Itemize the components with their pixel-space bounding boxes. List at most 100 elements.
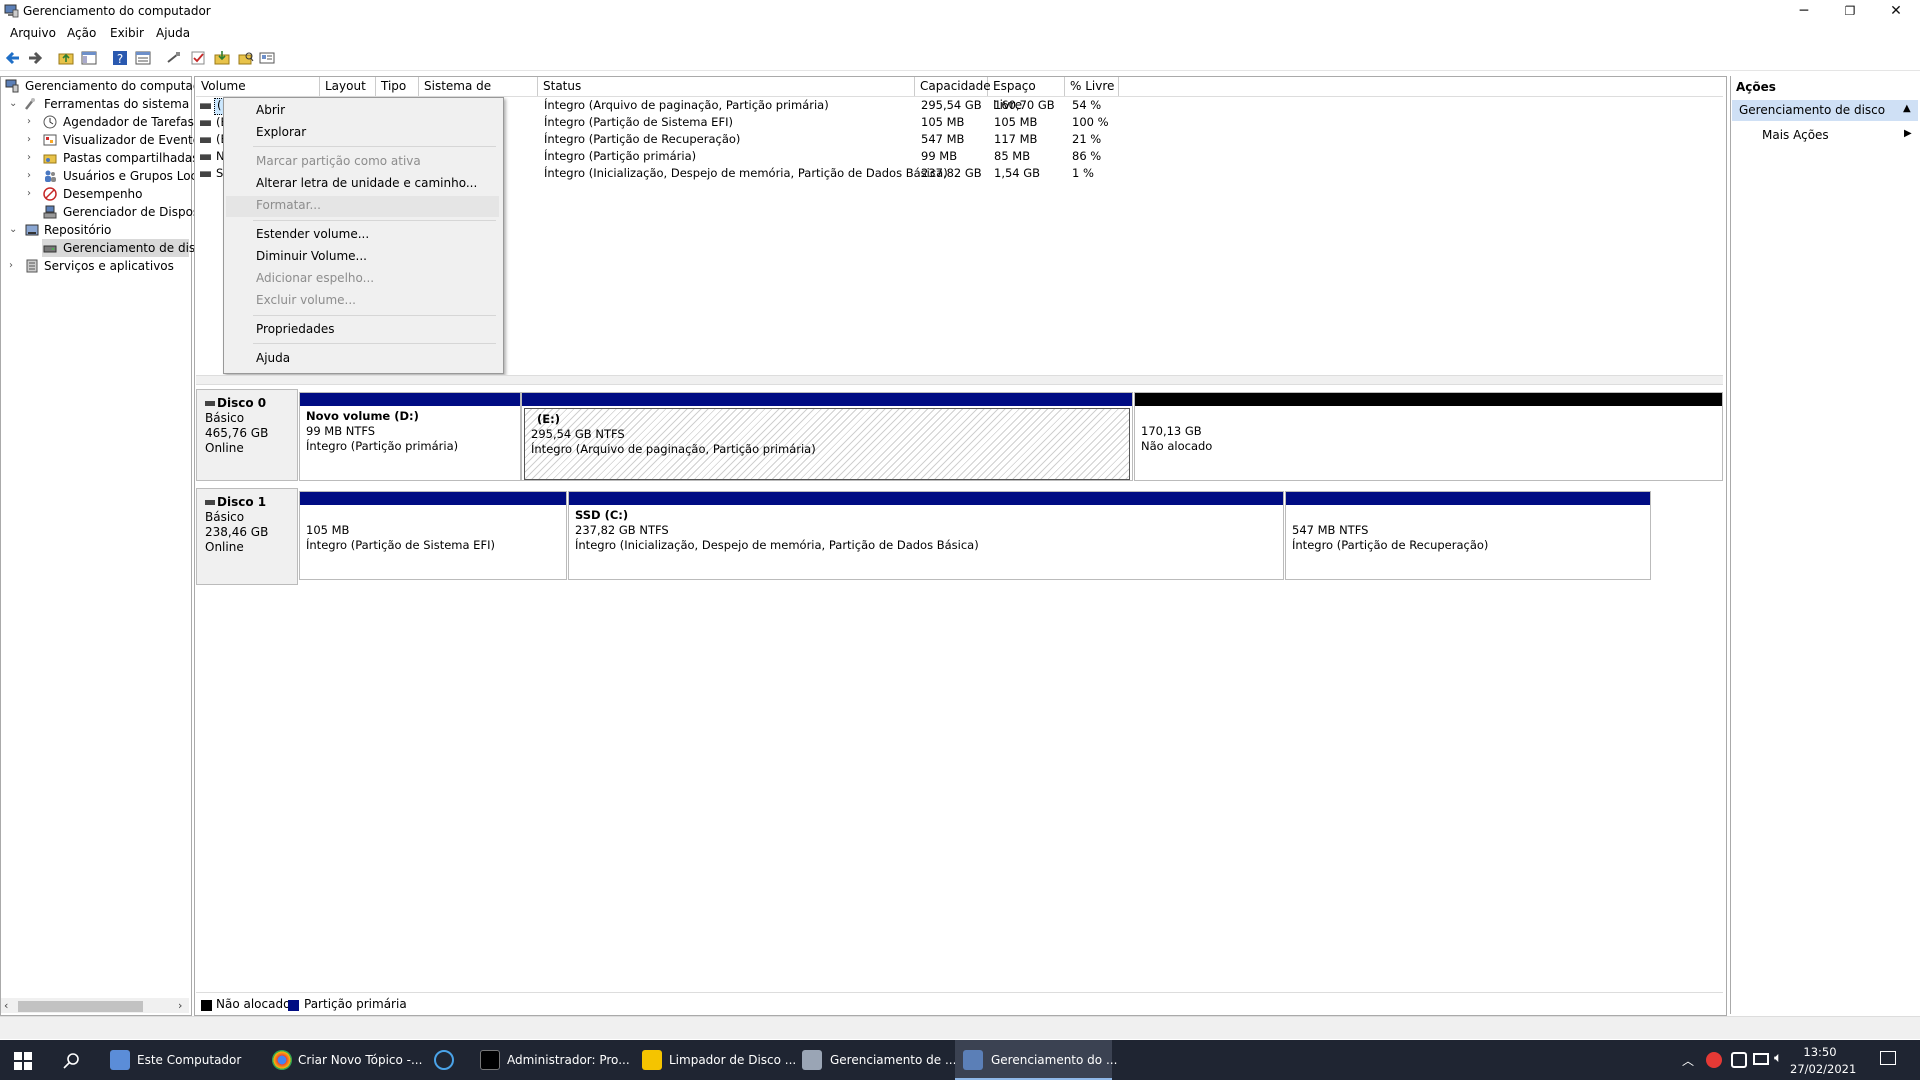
row-free: 1,54 GB bbox=[994, 166, 1041, 180]
ctx-delete-volume: Excluir volume... bbox=[256, 293, 356, 307]
chevron-right-icon[interactable]: › bbox=[27, 153, 37, 163]
taskbar-disk-management[interactable]: Gerenciamento de ... bbox=[830, 1040, 956, 1080]
tree-item-performance[interactable]: Desempenho bbox=[63, 185, 143, 203]
properties-view-icon[interactable] bbox=[135, 50, 151, 66]
chevron-right-icon[interactable]: › bbox=[27, 135, 37, 145]
partition-recovery[interactable]: 547 MB NTFS Íntegro (Partição de Recuper… bbox=[1285, 491, 1651, 580]
row-percent: 54 % bbox=[1072, 98, 1102, 112]
search-folder-icon[interactable] bbox=[238, 50, 254, 66]
tree-item-system-tools[interactable]: Ferramentas do sistema bbox=[44, 95, 189, 113]
restore-button[interactable]: ❐ bbox=[1827, 0, 1873, 23]
close-button[interactable]: ✕ bbox=[1873, 0, 1919, 23]
col-type[interactable]: Tipo bbox=[376, 77, 419, 96]
tree-item-shared-folders[interactable]: Pastas compartilhadas bbox=[63, 149, 199, 167]
tree-item-event-viewer[interactable]: Visualizador de Eventos bbox=[63, 131, 206, 149]
tree-item-services-apps[interactable]: Serviços e aplicativos bbox=[44, 257, 174, 275]
partition-name: (E:) bbox=[537, 412, 560, 426]
col-filesystem[interactable]: Sistema de Arquivos bbox=[419, 77, 538, 112]
col-percent-free[interactable]: % Livre bbox=[1065, 77, 1119, 96]
chevron-right-icon[interactable]: › bbox=[9, 261, 19, 271]
clock-date[interactable]: 27/02/2021 bbox=[1790, 1062, 1856, 1076]
tree-item-disk-management[interactable]: Gerenciamento de disco bbox=[63, 239, 209, 257]
row-status: Íntegro (Inicialização, Despejo de memór… bbox=[544, 166, 948, 180]
chevron-right-icon[interactable]: › bbox=[27, 117, 37, 127]
col-layout[interactable]: Layout bbox=[320, 77, 376, 96]
tree-item-users-groups[interactable]: Usuários e Grupos Loca bbox=[63, 167, 205, 185]
notifications-icon[interactable] bbox=[1880, 1051, 1896, 1065]
storage-icon bbox=[25, 224, 39, 236]
partition-efi[interactable]: 105 MB Íntegro (Partição de Sistema EFI) bbox=[299, 491, 567, 580]
chevron-right-icon[interactable]: › bbox=[27, 189, 37, 199]
ccleaner-icon[interactable] bbox=[434, 1050, 454, 1070]
submenu-arrow-icon[interactable]: ▶ bbox=[1904, 128, 1912, 139]
taskbar-computer-management[interactable]: Gerenciamento do ... bbox=[991, 1040, 1117, 1080]
volume-icon bbox=[200, 154, 211, 160]
col-volume[interactable]: Volume bbox=[196, 77, 320, 96]
forward-arrow-icon[interactable] bbox=[27, 50, 43, 66]
taskbar-admin-prompt[interactable]: Administrador: Pro... bbox=[507, 1040, 630, 1080]
menu-ajuda[interactable]: Ajuda bbox=[156, 26, 190, 40]
scrollbar-thumb[interactable] bbox=[18, 1001, 143, 1012]
ctx-shrink-volume[interactable]: Diminuir Volume... bbox=[256, 246, 367, 266]
ctx-properties[interactable]: Propriedades bbox=[256, 319, 335, 339]
ctx-explore[interactable]: Explorar bbox=[256, 122, 306, 142]
col-capacity[interactable]: Capacidade bbox=[915, 77, 991, 96]
security-tray-icon[interactable] bbox=[1731, 1052, 1747, 1068]
status-bar bbox=[0, 1016, 1920, 1039]
menu-acao[interactable]: Ação bbox=[67, 26, 96, 40]
tree-item-task-scheduler[interactable]: Agendador de Tarefas bbox=[63, 113, 194, 131]
disk-1-label[interactable]: Disco 1 Básico 238,46 GB Online bbox=[196, 488, 298, 585]
antivirus-tray-icon[interactable] bbox=[1706, 1052, 1722, 1068]
more-actions-link[interactable]: Mais Ações bbox=[1762, 128, 1829, 142]
partition-c[interactable]: SSD (C:) 237,82 GB NTFS Íntegro (Inicial… bbox=[568, 491, 1284, 580]
scroll-left-icon[interactable]: ‹ bbox=[4, 999, 8, 1012]
disk-state: Online bbox=[205, 540, 244, 554]
scroll-right-icon[interactable]: › bbox=[178, 999, 182, 1012]
import-folder-icon[interactable] bbox=[214, 50, 230, 66]
taskbar-chrome[interactable]: Criar Novo Tópico -... bbox=[298, 1040, 422, 1080]
network-tray-icon[interactable] bbox=[1753, 1053, 1769, 1065]
collapse-up-icon[interactable]: ▲ bbox=[1903, 103, 1911, 114]
tree-root[interactable]: Gerenciamento do computado bbox=[25, 77, 208, 95]
partition-d[interactable]: Novo volume (D:) 99 MB NTFS Íntegro (Par… bbox=[299, 392, 521, 481]
tray-chevron-up-icon[interactable]: ︿ bbox=[1682, 1052, 1694, 1069]
ctx-extend-volume[interactable]: Estender volume... bbox=[256, 224, 369, 244]
actions-section-title[interactable]: Gerenciamento de disco bbox=[1739, 103, 1885, 117]
checklist-icon[interactable] bbox=[190, 50, 206, 66]
tree-item-storage[interactable]: Repositório bbox=[44, 221, 111, 239]
show-hide-tree-icon[interactable] bbox=[81, 50, 97, 66]
ctx-change-drive-letter[interactable]: Alterar letra de unidade e caminho... bbox=[256, 173, 477, 193]
col-free-space[interactable]: Espaço Livre bbox=[988, 77, 1065, 112]
settings-window-icon[interactable] bbox=[259, 50, 275, 66]
chevron-right-icon[interactable]: › bbox=[27, 171, 37, 181]
chevron-down-icon[interactable]: ⌄ bbox=[9, 225, 19, 235]
volume-tray-icon[interactable]: 🔈︎ bbox=[1774, 1050, 1782, 1066]
row-volume[interactable]: ( bbox=[217, 97, 222, 114]
back-arrow-icon[interactable] bbox=[5, 50, 21, 66]
minimize-button[interactable]: ─ bbox=[1781, 0, 1827, 23]
clock-time[interactable]: 13:50 bbox=[1790, 1045, 1850, 1059]
volume-icon bbox=[200, 120, 211, 126]
tree-item-device-manager[interactable]: Gerenciador de Disposit bbox=[63, 203, 207, 221]
ctx-help[interactable]: Ajuda bbox=[256, 348, 290, 368]
partition-unallocated[interactable]: 170,13 GB Não alocado bbox=[1134, 392, 1723, 481]
menu-exibir[interactable]: Exibir bbox=[110, 26, 144, 40]
windows-start-icon[interactable] bbox=[14, 1052, 32, 1070]
search-icon[interactable] bbox=[63, 1052, 81, 1070]
menu-arquivo[interactable]: Arquivo bbox=[10, 26, 56, 40]
up-folder-icon[interactable] bbox=[58, 50, 74, 66]
chevron-down-icon[interactable]: ⌄ bbox=[9, 99, 19, 109]
taskbar-disk-cleaner[interactable]: Limpador de Disco ... bbox=[669, 1040, 796, 1080]
connect-icon[interactable] bbox=[166, 50, 182, 66]
row-percent: 86 % bbox=[1072, 149, 1102, 163]
help-icon[interactable]: ? bbox=[112, 50, 128, 66]
row-capacity: 547 MB bbox=[921, 132, 965, 146]
partition-bar bbox=[1135, 393, 1722, 406]
col-status[interactable]: Status bbox=[538, 77, 915, 96]
pane-splitter[interactable] bbox=[196, 375, 1723, 385]
ctx-mark-active: Marcar partição como ativa bbox=[256, 154, 421, 168]
disk-0-label[interactable]: Disco 0 Básico 465,76 GB Online bbox=[196, 389, 298, 481]
partition-e[interactable]: (E:) 295,54 GB NTFS Íntegro (Arquivo de … bbox=[521, 392, 1133, 481]
ctx-open[interactable]: Abrir bbox=[256, 100, 285, 120]
taskbar-this-pc[interactable]: Este Computador bbox=[137, 1040, 241, 1080]
